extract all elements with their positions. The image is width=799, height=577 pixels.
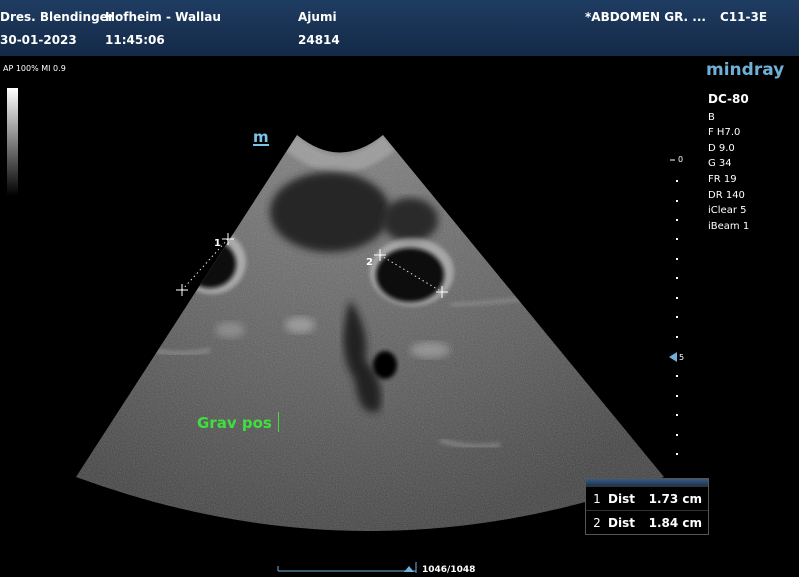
measurement-label: Dist xyxy=(608,491,635,506)
measurement-panel-header xyxy=(586,479,708,486)
measurement-results-panel: 1 Dist 1.73 cm 2 Dist 1.84 cm xyxy=(585,478,709,535)
measurement-value: 1.73 cm xyxy=(648,491,702,506)
depth-label-focus: 5 xyxy=(679,353,685,362)
depth-label-top: 0 xyxy=(678,155,684,164)
caliper-label-2: 2 xyxy=(366,257,373,268)
measurement-row: 1 Dist 1.73 cm xyxy=(586,486,708,510)
orientation-marker-icon: m xyxy=(253,128,269,146)
focus-marker-icon[interactable] xyxy=(669,352,677,362)
depth-scale xyxy=(669,159,678,455)
cine-frame-counter: 1046/1048 xyxy=(422,565,476,575)
cine-position-icon[interactable] xyxy=(404,566,414,572)
annotation-text[interactable]: Grav pos xyxy=(197,414,272,432)
measurement-row: 2 Dist 1.84 cm xyxy=(586,510,708,534)
caliper-label-1: 1 xyxy=(214,238,221,249)
measurement-index: 2 xyxy=(593,515,601,530)
measurement-value: 1.84 cm xyxy=(648,515,702,530)
measurement-label: Dist xyxy=(608,515,635,530)
cine-bar xyxy=(277,562,417,573)
text-cursor xyxy=(278,412,279,432)
measurement-index: 1 xyxy=(593,491,601,506)
